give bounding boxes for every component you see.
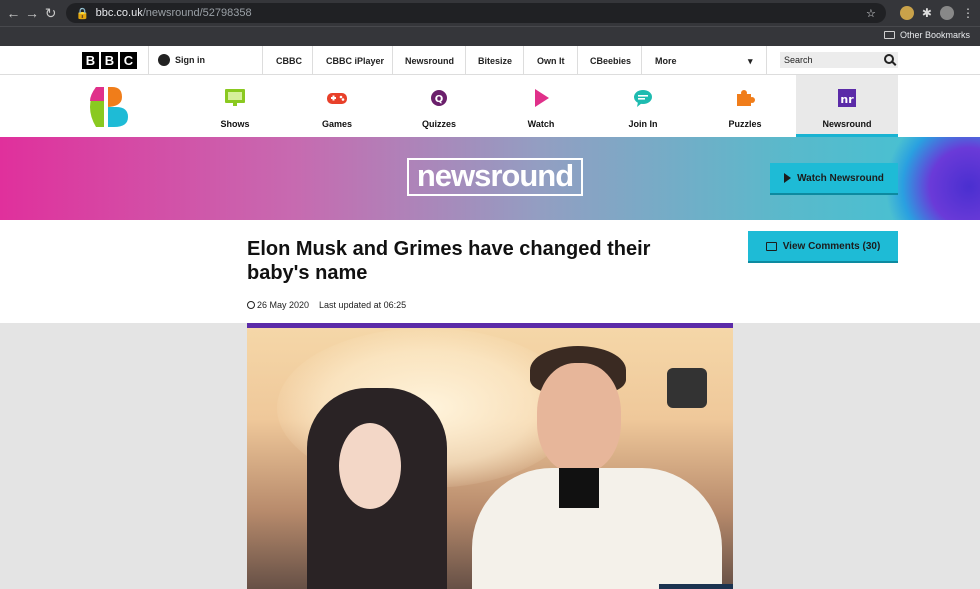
- cbbc-nav-newsround[interactable]: nr Newsround: [796, 75, 898, 137]
- bbc-global-nav: B B C Sign in CBBC CBBC iPlayer Newsroun…: [0, 46, 980, 75]
- cbbc-nav-watch[interactable]: Watch: [490, 75, 592, 137]
- divider: [312, 46, 313, 75]
- comment-icon: [765, 241, 777, 251]
- svg-text:nr: nr: [840, 93, 854, 106]
- back-icon[interactable]: ←: [6, 3, 21, 23]
- play-icon: [784, 173, 792, 183]
- search-input[interactable]: Search: [780, 52, 898, 68]
- puzzle-icon: [737, 90, 755, 106]
- profile-avatar[interactable]: [939, 6, 954, 20]
- watch-newsround-label: Watch Newsround: [797, 172, 884, 184]
- cbbc-nav-label: Watch: [527, 119, 555, 129]
- divider: [148, 46, 149, 75]
- bbc-logo[interactable]: B B C: [82, 52, 137, 69]
- bookmark-star-icon[interactable]: ☆: [866, 7, 876, 20]
- bookmarks-bar: Other Bookmarks: [0, 26, 980, 46]
- nav-bitesize[interactable]: Bitesize: [478, 56, 512, 66]
- cbbc-nav-label: Puzzles: [728, 119, 762, 129]
- tv-icon: [225, 89, 245, 106]
- bbc-logo-letter: C: [120, 52, 137, 69]
- watch-newsround-button[interactable]: Watch Newsround: [770, 163, 898, 193]
- forward-icon[interactable]: →: [25, 3, 40, 23]
- cbbc-nav-puzzles[interactable]: Puzzles: [694, 75, 796, 137]
- browser-toolbar: ← → ↻ 🔒 bbc.co.uk/newsround/52798358 ☆ ✱…: [0, 0, 980, 26]
- cbbc-nav-label: Join In: [628, 119, 658, 129]
- nav-more[interactable]: More: [655, 56, 677, 66]
- chat-icon: [634, 90, 652, 107]
- nav-cbbc-iplayer[interactable]: CBBC iPlayer: [326, 56, 384, 66]
- cbbc-nav-label: Newsround: [822, 119, 872, 129]
- divider: [641, 46, 642, 75]
- cbbc-nav-label: Quizzes: [421, 119, 456, 129]
- gamepad-icon: [327, 93, 347, 104]
- lock-icon: 🔒: [75, 7, 90, 20]
- photo-face-left: [339, 423, 401, 509]
- nav-cbbc[interactable]: CBBC: [276, 56, 302, 66]
- chevron-down-icon[interactable]: ▾: [748, 56, 753, 67]
- kebab-menu-icon[interactable]: ⋮: [962, 6, 974, 20]
- url-host: bbc.co.uk: [95, 7, 143, 19]
- divider: [262, 46, 263, 75]
- puzzle-extensions-icon[interactable]: ✱: [922, 6, 932, 20]
- sign-in-label: Sign in: [175, 55, 205, 65]
- url-path: /newsround/52798358: [142, 7, 252, 19]
- nav-cbeebies[interactable]: CBeebies: [590, 56, 631, 66]
- extension-icon[interactable]: [899, 6, 914, 20]
- bbc-logo-letter: B: [101, 52, 118, 69]
- photo-caption-tab: [659, 584, 733, 589]
- cbbc-nav-label: Shows: [220, 119, 250, 129]
- article-photo: [247, 328, 733, 589]
- photo-face-right: [537, 363, 621, 473]
- cbbc-logo[interactable]: [82, 81, 134, 133]
- article-meta: 26 May 2020 Last updated at 06:25: [247, 300, 406, 310]
- bbc-logo-letter: B: [82, 52, 99, 69]
- cbbc-nav-join-in[interactable]: Join In: [592, 75, 694, 137]
- article-date: 26 May 2020: [247, 300, 309, 310]
- divider: [392, 46, 393, 75]
- clock-icon: [247, 301, 255, 309]
- cbbc-nav-label: Games: [321, 119, 353, 129]
- divider: [465, 46, 466, 75]
- cbbc-nav-quizzes[interactable]: Q Quizzes: [388, 75, 490, 137]
- address-bar[interactable]: 🔒 bbc.co.uk/newsround/52798358 ☆: [65, 3, 886, 23]
- reload-icon[interactable]: ↻: [43, 3, 58, 23]
- divider: [577, 46, 578, 75]
- folder-icon: [883, 31, 895, 39]
- cbbc-nav: Shows Games Q Quizzes Watch Join In Puzz…: [0, 75, 980, 137]
- divider: [766, 46, 767, 75]
- photographer-camera: [667, 368, 707, 408]
- article-headline: Elon Musk and Grimes have changed their …: [247, 238, 651, 284]
- play-icon: [535, 89, 549, 107]
- user-icon: [158, 54, 170, 66]
- divider: [523, 46, 524, 75]
- search-placeholder: Search: [784, 55, 813, 65]
- date-text: 26 May 2020: [257, 300, 310, 310]
- search-icon[interactable]: [884, 54, 894, 64]
- article-header: Elon Musk and Grimes have changed their …: [0, 220, 980, 323]
- view-comments-button[interactable]: View Comments (30): [748, 231, 898, 261]
- photo-collar: [559, 468, 599, 508]
- other-bookmarks-label: Other Bookmarks: [899, 30, 970, 40]
- other-bookmarks[interactable]: Other Bookmarks: [883, 30, 970, 40]
- nav-own-it[interactable]: Own It: [537, 56, 565, 66]
- view-comments-label: View Comments (30): [782, 240, 881, 252]
- cbbc-nav-shows[interactable]: Shows: [184, 75, 286, 137]
- svg-text:Q: Q: [435, 94, 444, 105]
- nav-newsround[interactable]: Newsround: [405, 56, 454, 66]
- quiz-icon: Q: [431, 90, 447, 106]
- last-updated: Last updated at 06:25: [319, 300, 407, 310]
- cbbc-nav-games[interactable]: Games: [286, 75, 388, 137]
- newsround-banner: newsround Watch Newsround: [0, 137, 980, 220]
- newsround-icon: nr: [838, 89, 856, 107]
- newsround-logo[interactable]: newsround: [407, 158, 583, 196]
- sign-in-link[interactable]: Sign in: [158, 54, 205, 66]
